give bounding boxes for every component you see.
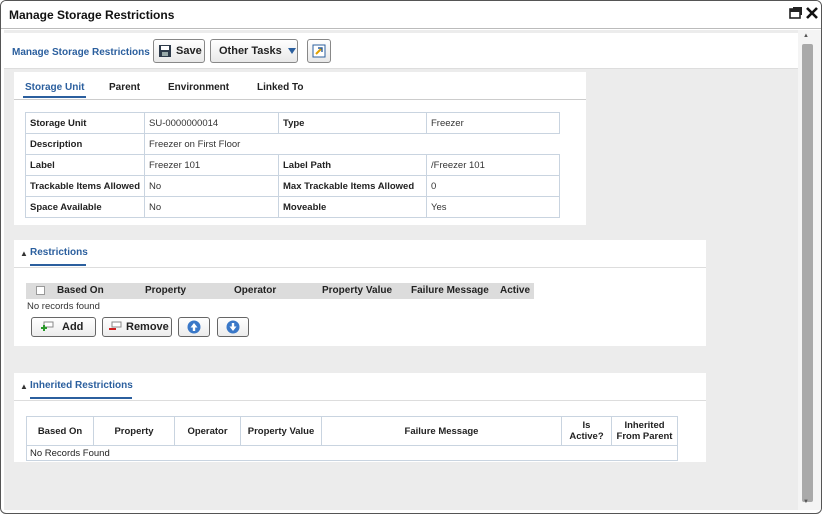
scroll-down-icon[interactable]: ▼ xyxy=(803,499,809,505)
storage-unit-panel: Storage Unit Parent Environment Linked T… xyxy=(14,72,586,225)
restrictions-grid-header: Based On Property Operator Property Valu… xyxy=(26,283,534,299)
detail-label: Space Available xyxy=(25,196,145,218)
empty-message: No records found xyxy=(27,301,100,312)
other-tasks-button[interactable]: Other Tasks xyxy=(210,39,298,63)
detail-label: Storage Unit xyxy=(25,112,145,134)
column-header[interactable]: Operator xyxy=(234,285,276,296)
column-header[interactable]: Property xyxy=(93,416,175,446)
detail-value: No xyxy=(144,175,279,197)
column-header[interactable]: Property Value xyxy=(322,285,392,296)
remove-label: Remove xyxy=(126,321,169,333)
title-bar: Manage Storage Restrictions xyxy=(1,1,821,29)
scrollbar-thumb[interactable] xyxy=(802,44,813,502)
inherited-restrictions-panel: ▲ Inherited Restrictions Based On Proper… xyxy=(14,373,706,462)
column-header[interactable]: Failure Message xyxy=(411,285,489,296)
detail-row: Trackable Items Allowed No Max Trackable… xyxy=(25,175,560,197)
restrictions-header[interactable]: ▲ Restrictions xyxy=(14,240,706,268)
detail-row: Label Freezer 101 Label Path /Freezer 10… xyxy=(25,154,560,176)
close-icon[interactable] xyxy=(805,6,821,22)
detail-value: Freezer xyxy=(426,112,560,134)
arrow-down-icon xyxy=(226,320,240,334)
other-tasks-label: Other Tasks xyxy=(219,45,282,57)
detail-value: Yes xyxy=(426,196,560,218)
column-header[interactable]: Inherited From Parent xyxy=(611,416,678,446)
window-title: Manage Storage Restrictions xyxy=(9,8,175,22)
remove-button[interactable]: Remove xyxy=(102,317,172,337)
detail-value: No xyxy=(144,196,279,218)
select-all-checkbox[interactable] xyxy=(36,286,45,295)
detail-label: Description xyxy=(25,133,145,155)
dialog-window: Manage Storage Restrictions Manage Stora… xyxy=(0,0,822,514)
column-header[interactable]: Is Active? xyxy=(561,416,612,446)
vertical-scrollbar[interactable]: ▲ ▼ xyxy=(798,30,821,510)
detail-value: Freezer 101 xyxy=(144,154,279,176)
detail-label: Moveable xyxy=(278,196,427,218)
tab-storage-unit[interactable]: Storage Unit xyxy=(22,82,87,98)
detail-label: Max Trackable Items Allowed xyxy=(278,175,427,197)
save-icon xyxy=(158,44,172,58)
inherited-restrictions-header[interactable]: ▲ Inherited Restrictions xyxy=(14,373,706,401)
tab-strip: Storage Unit Parent Environment Linked T… xyxy=(14,72,586,100)
detail-label: Trackable Items Allowed xyxy=(25,175,145,197)
move-down-button[interactable] xyxy=(217,317,249,337)
detail-value: /Freezer 101 xyxy=(426,154,560,176)
dialog-content: Manage Storage Restrictions Save Other T… xyxy=(4,30,798,510)
save-button[interactable]: Save xyxy=(153,39,205,63)
column-header[interactable]: Property Value xyxy=(240,416,322,446)
arrow-up-icon xyxy=(187,320,201,334)
table-row: No Records Found xyxy=(26,445,678,461)
remove-icon xyxy=(108,321,122,333)
section-title: Restrictions xyxy=(30,247,88,258)
add-icon xyxy=(40,321,54,333)
detail-label: Label xyxy=(25,154,145,176)
empty-message: No Records Found xyxy=(26,445,678,461)
detail-label: Type xyxy=(278,112,427,134)
column-header[interactable]: Operator xyxy=(174,416,241,446)
column-header[interactable]: Failure Message xyxy=(321,416,562,446)
collapse-icon[interactable]: ▲ xyxy=(20,382,28,391)
move-up-button[interactable] xyxy=(178,317,210,337)
save-label: Save xyxy=(176,45,202,57)
detail-row: Description Freezer on First Floor xyxy=(25,133,560,155)
table-header-row: Based On Property Operator Property Valu… xyxy=(26,416,678,446)
add-label: Add xyxy=(62,321,84,333)
chevron-down-icon xyxy=(287,47,297,55)
tab-environment[interactable]: Environment xyxy=(168,82,229,93)
detail-label: Label Path xyxy=(278,154,427,176)
section-underline xyxy=(30,264,86,266)
link-icon xyxy=(312,44,326,58)
toolbar: Manage Storage Restrictions Save Other T… xyxy=(4,33,798,69)
add-button[interactable]: Add xyxy=(31,317,96,337)
restore-icon[interactable] xyxy=(789,6,805,22)
help-link-button[interactable] xyxy=(307,39,331,63)
section-underline xyxy=(30,397,132,399)
column-header[interactable]: Based On xyxy=(26,416,94,446)
tab-parent[interactable]: Parent xyxy=(109,82,140,93)
inherited-restrictions-table: Based On Property Operator Property Valu… xyxy=(26,416,678,461)
collapse-icon[interactable]: ▲ xyxy=(20,249,28,258)
column-header[interactable]: Active xyxy=(500,285,530,296)
detail-value: 0 xyxy=(426,175,560,197)
section-title: Inherited Restrictions xyxy=(30,380,133,391)
detail-value: SU-0000000014 xyxy=(144,112,279,134)
detail-row: Storage Unit SU-0000000014 Type Freezer xyxy=(25,112,560,134)
storage-unit-details: Storage Unit SU-0000000014 Type Freezer … xyxy=(25,112,560,218)
column-header[interactable]: Property xyxy=(145,285,186,296)
column-header[interactable]: Based On xyxy=(57,285,104,296)
scroll-up-icon[interactable]: ▲ xyxy=(803,33,809,39)
detail-value: Freezer on First Floor xyxy=(144,133,560,155)
breadcrumb[interactable]: Manage Storage Restrictions xyxy=(12,47,150,58)
detail-row: Space Available No Moveable Yes xyxy=(25,196,560,218)
restrictions-panel: ▲ Restrictions Based On Property Operato… xyxy=(14,240,706,346)
tab-linked-to[interactable]: Linked To xyxy=(257,82,303,93)
